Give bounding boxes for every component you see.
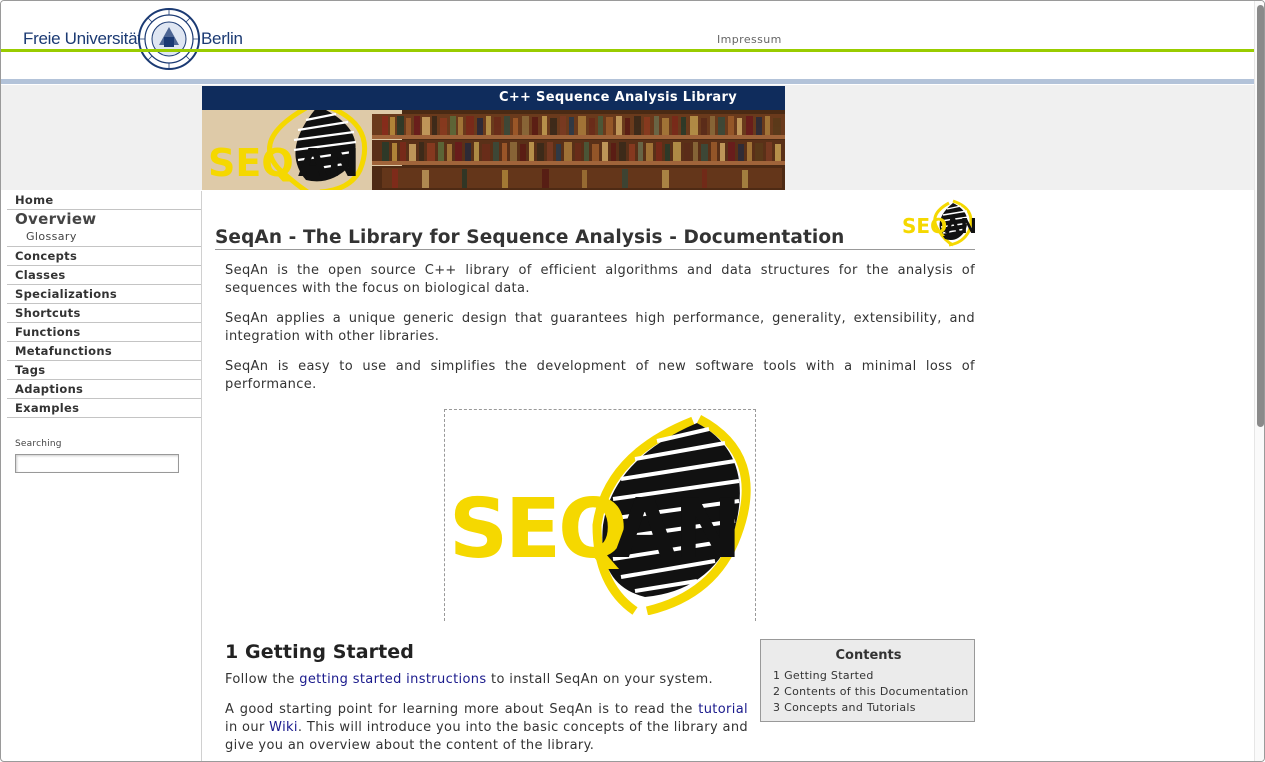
table-of-contents: Contents 1 Getting Started 2 Contents of… bbox=[760, 639, 975, 722]
page-title: SeqAn - The Library for Sequence Analysi… bbox=[215, 227, 975, 250]
nav-item-adaptions[interactable]: Adaptions bbox=[7, 380, 201, 399]
seqan-banner: C++ Sequence Analysis Library SEQ AN bbox=[202, 86, 785, 190]
library-bookshelf-image: SEQ AN bbox=[202, 110, 785, 190]
university-name-left[interactable]: Freie Universität bbox=[23, 29, 142, 49]
search-input[interactable] bbox=[15, 454, 179, 473]
nav-item-shortcuts[interactable]: Shortcuts bbox=[7, 304, 201, 323]
intro-paragraph-3: SeqAn is easy to use and simplifies the … bbox=[225, 359, 975, 392]
university-header: Freie Universität Berlin Impressum bbox=[1, 1, 1264, 70]
getting-started-paragraph-2: A good starting point for learning more … bbox=[225, 702, 749, 753]
impressum-link[interactable]: Impressum bbox=[717, 33, 782, 46]
nav-item-overview[interactable]: Overview bbox=[7, 210, 201, 230]
tutorial-link[interactable]: tutorial bbox=[698, 702, 748, 717]
search-label: Searching bbox=[15, 439, 62, 449]
section-heading-getting-started: 1 Getting Started bbox=[225, 641, 414, 663]
nav-item-tags[interactable]: Tags bbox=[7, 361, 201, 380]
banner-title: C++ Sequence Analysis Library bbox=[498, 90, 737, 105]
getting-started-instructions-link[interactable]: getting started instructions bbox=[299, 672, 486, 687]
university-seal-icon[interactable] bbox=[137, 7, 201, 71]
nav-item-specializations[interactable]: Specializations bbox=[7, 285, 201, 304]
toc-item-contents[interactable]: 2 Contents of this Documentation bbox=[773, 685, 969, 698]
left-navigation: Home Overview Glossary Concepts Classes … bbox=[7, 191, 201, 418]
svg-text:SEQ: SEQ bbox=[902, 214, 947, 238]
intro-paragraph-2: SeqAn applies a unique generic design th… bbox=[225, 311, 975, 344]
nav-item-concepts[interactable]: Concepts bbox=[7, 247, 201, 266]
toc-item-getting-started[interactable]: 1 Getting Started bbox=[773, 669, 874, 682]
svg-text:SEQ: SEQ bbox=[449, 482, 625, 577]
browser-frame: Freie Universität Berlin Impressum C++ S… bbox=[0, 0, 1265, 762]
university-name-right[interactable]: Berlin bbox=[201, 29, 243, 49]
banner-logo-seq: SEQ bbox=[208, 141, 294, 185]
nav-item-examples[interactable]: Examples bbox=[7, 399, 201, 418]
intro-paragraph-1: SeqAn is the open source C++ library of … bbox=[225, 263, 975, 296]
header-blue-rule bbox=[1, 79, 1264, 84]
nav-item-metafunctions[interactable]: Metafunctions bbox=[7, 342, 201, 361]
svg-text:AN: AN bbox=[613, 482, 739, 577]
wiki-link[interactable]: Wiki bbox=[269, 720, 298, 735]
getting-started-paragraph-1: Follow the getting started instructions … bbox=[225, 672, 714, 687]
banner-title-bar: C++ Sequence Analysis Library bbox=[202, 86, 785, 110]
seqan-logo: SEQ AN bbox=[449, 415, 751, 615]
content-divider bbox=[201, 191, 202, 761]
toc-item-concepts-tutorials[interactable]: 3 Concepts and Tutorials bbox=[773, 701, 916, 714]
nav-item-glossary[interactable]: Glossary bbox=[7, 230, 201, 247]
header-green-rule bbox=[1, 49, 1264, 52]
vertical-scrollbar[interactable] bbox=[1254, 1, 1264, 761]
svg-text:AN: AN bbox=[945, 214, 975, 238]
seqan-small-logo: SEQ AN bbox=[902, 199, 975, 247]
banner-logo-an: AN bbox=[298, 141, 359, 185]
nav-item-functions[interactable]: Functions bbox=[7, 323, 201, 342]
nav-item-home[interactable]: Home bbox=[7, 191, 201, 210]
toc-title: Contents bbox=[835, 648, 902, 663]
nav-item-classes[interactable]: Classes bbox=[7, 266, 201, 285]
scrollbar-thumb[interactable] bbox=[1257, 5, 1264, 427]
